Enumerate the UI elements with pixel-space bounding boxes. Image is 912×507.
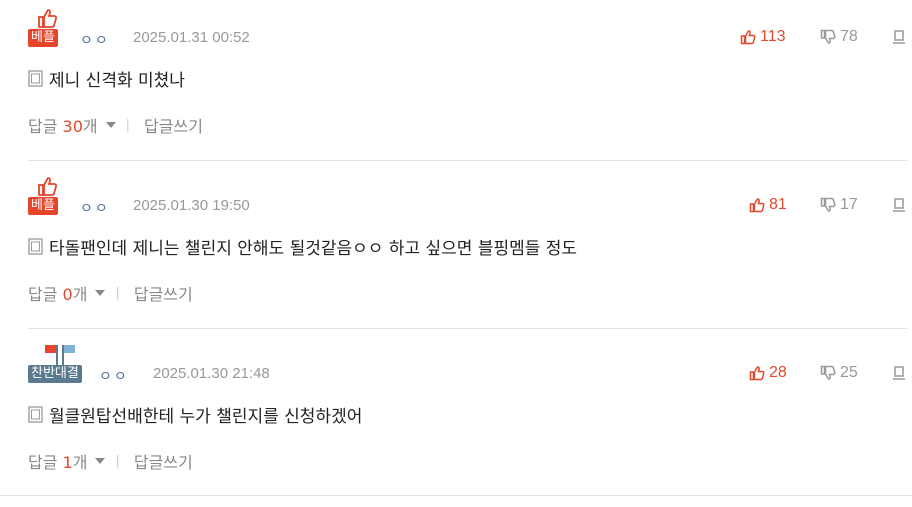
comment-body: 제니 신격화 미쳤나 — [49, 71, 185, 91]
caret-down-icon[interactable] — [105, 122, 116, 128]
caret-down-icon[interactable] — [95, 458, 106, 464]
thumbs-up-icon — [749, 198, 765, 213]
reply-toggle[interactable]: 답글 1개 — [28, 449, 87, 473]
reply-unit: 개 — [72, 285, 88, 304]
reply-unit: 개 — [72, 453, 88, 472]
separator: | — [125, 117, 131, 133]
reply-label: 답글 — [28, 285, 58, 304]
thumbs-up-icon — [740, 30, 756, 45]
write-reply-link[interactable]: 답글쓰기 — [134, 281, 193, 305]
upvote-count: 81 — [769, 196, 787, 213]
thumbs-up-icon — [749, 366, 765, 381]
caret-down-icon[interactable] — [95, 290, 106, 296]
document-icon — [28, 70, 43, 87]
reply-unit: 개 — [82, 117, 98, 136]
downvote-count: 25 — [840, 364, 858, 381]
reply-row: 답글 1개 | 답글쓰기 — [28, 449, 193, 473]
vs-badge: 찬반대결 — [28, 365, 82, 383]
separator: | — [115, 453, 120, 469]
upvote-button[interactable]: 28 — [749, 364, 787, 382]
reply-count: 30 — [62, 117, 83, 136]
comment-text: 월클원탑선배한테 누가 챌린지를 신청하겠어 — [28, 402, 362, 427]
report-icon[interactable] — [892, 30, 906, 49]
reply-row: 답글 30개 | 답글쓰기 — [28, 113, 203, 137]
upvote-count: 28 — [769, 364, 787, 381]
thumbs-down-icon — [820, 29, 836, 44]
document-icon — [28, 238, 43, 255]
downvote-count: 78 — [840, 28, 858, 45]
downvote-button[interactable]: 17 — [820, 196, 858, 214]
comment-date: 2025.01.30 21:48 — [153, 365, 270, 382]
upvote-count: 113 — [760, 28, 786, 45]
comment-body: 월클원탑선배한테 누가 챌린지를 신청하겠어 — [49, 407, 363, 427]
reply-label: 답글 — [28, 453, 58, 472]
thumbs-down-icon — [820, 197, 836, 212]
downvote-button[interactable]: 78 — [820, 28, 858, 46]
downvote-button[interactable]: 25 — [820, 364, 858, 382]
comment-divider — [28, 328, 907, 329]
best-badge: 베플 — [28, 197, 58, 215]
list-bottom-divider — [0, 495, 912, 496]
best-badge: 베플 — [28, 29, 58, 47]
nickname[interactable]: ㅇㅇ — [80, 30, 110, 50]
separator: | — [115, 285, 120, 301]
comment-text: 제니 신격화 미쳤나 — [28, 66, 185, 91]
comment-date: 2025.01.31 00:52 — [133, 29, 250, 46]
comment-date: 2025.01.30 19:50 — [133, 197, 250, 214]
reply-toggle[interactable]: 답글 30개 — [28, 113, 98, 137]
upvote-button[interactable]: 113 — [740, 28, 786, 46]
nickname[interactable]: ㅇㅇ — [99, 366, 129, 386]
report-icon[interactable] — [892, 366, 906, 385]
reply-label: 답글 — [28, 117, 58, 136]
downvote-count: 17 — [840, 196, 858, 213]
reply-row: 답글 0개 | 답글쓰기 — [28, 281, 193, 305]
comment-text: 타돌팬인데 제니는 챌린지 안해도 될것같음ㅇㅇ 하고 싶으면 블핑멤들 정도 — [28, 234, 577, 259]
upvote-button[interactable]: 81 — [749, 196, 787, 214]
thumbs-down-icon — [820, 365, 836, 380]
reply-toggle[interactable]: 답글 0개 — [28, 281, 87, 305]
write-reply-link[interactable]: 답글쓰기 — [144, 113, 203, 137]
document-icon — [28, 406, 43, 423]
comment-divider — [28, 160, 907, 161]
write-reply-link[interactable]: 답글쓰기 — [134, 449, 193, 473]
reply-count: 0 — [62, 285, 73, 304]
comment-body: 타돌팬인데 제니는 챌린지 안해도 될것같음ㅇㅇ 하고 싶으면 블핑멤들 정도 — [49, 239, 578, 259]
reply-count: 1 — [62, 453, 73, 472]
report-icon[interactable] — [892, 198, 906, 217]
nickname[interactable]: ㅇㅇ — [80, 198, 110, 218]
